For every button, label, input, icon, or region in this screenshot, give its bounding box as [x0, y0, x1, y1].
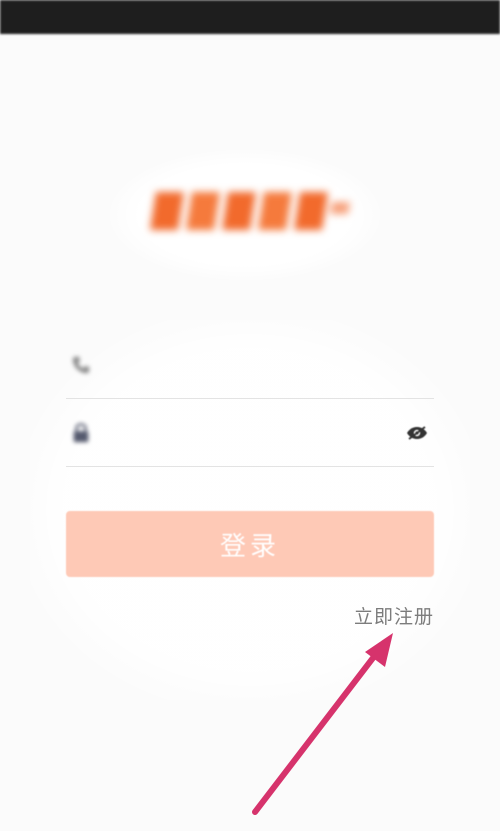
register-link[interactable]: 立即注册	[354, 602, 434, 629]
app-logo	[150, 180, 350, 240]
eye-slash-icon[interactable]	[404, 420, 430, 446]
phone-field	[66, 332, 434, 399]
phone-icon	[70, 354, 92, 376]
login-button[interactable]: 登录	[66, 511, 434, 577]
phone-input[interactable]	[110, 350, 384, 382]
status-bar	[0, 0, 500, 34]
lock-icon	[70, 422, 92, 444]
password-input[interactable]	[110, 418, 384, 450]
password-field	[66, 400, 434, 467]
app-logo-graphic	[150, 192, 350, 230]
